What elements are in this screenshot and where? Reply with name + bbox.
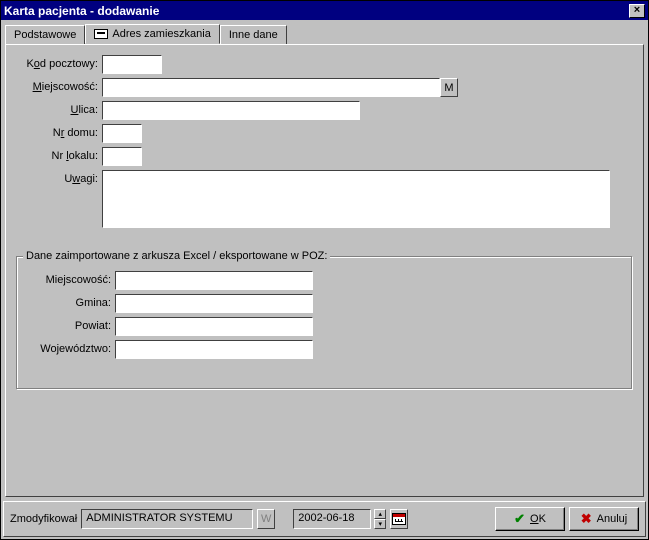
tab-address-label: Adres zamieszkania	[112, 28, 210, 40]
apartment-number-input[interactable]	[102, 147, 142, 166]
remarks-label: Uwagi:	[16, 170, 102, 185]
import-powiat-label: Powiat:	[25, 317, 115, 332]
imported-data-group: Dane zaimportowane z arkusza Excel / eks…	[16, 256, 633, 390]
street-input[interactable]	[102, 101, 360, 120]
client-area: Podstawowe Adres zamieszkania Inne dane …	[1, 20, 648, 499]
tab-other-label: Inne dane	[229, 29, 278, 41]
modified-by-label: Zmodyfikował	[10, 513, 77, 525]
house-number-label: Nr domu:	[16, 124, 102, 139]
w-button[interactable]: W	[257, 509, 275, 529]
check-icon: ✔	[514, 511, 525, 527]
tab-panel-address: Kod pocztowy: Miejscowość: M Ulica:	[5, 44, 644, 497]
remarks-textarea[interactable]	[102, 170, 610, 228]
tab-address[interactable]: Adres zamieszkania	[85, 24, 219, 44]
house-number-input[interactable]	[102, 124, 142, 143]
import-gmina-label: Gmina:	[25, 294, 115, 309]
date-spin-down[interactable]: ▾	[374, 519, 386, 529]
address-card-icon	[94, 29, 108, 39]
import-wojewodztwo-field	[115, 340, 313, 359]
city-label: Miejscowość:	[16, 78, 102, 93]
city-input[interactable]	[102, 78, 440, 97]
postal-code-label: Kod pocztowy:	[16, 55, 102, 70]
close-button[interactable]: ×	[629, 4, 645, 18]
tab-basic-label: Podstawowe	[14, 29, 76, 41]
cancel-button[interactable]: ✖ Anuluj	[569, 507, 639, 531]
statusbar: Zmodyfikował ADMINISTRATOR SYSTEMU W 200…	[3, 501, 646, 537]
import-gmina-field	[115, 294, 313, 313]
titlebar: Karta pacjenta - dodawanie ×	[1, 1, 648, 20]
postal-code-input[interactable]	[102, 55, 162, 74]
import-city-label: Miejscowość:	[25, 271, 115, 286]
calendar-icon	[392, 513, 406, 525]
calendar-button[interactable]	[390, 509, 408, 529]
apartment-number-label: Nr lokalu:	[16, 147, 102, 162]
patient-card-window: Karta pacjenta - dodawanie × Podstawowe …	[0, 0, 649, 540]
import-city-field	[115, 271, 313, 290]
tabstrip: Podstawowe Adres zamieszkania Inne dane	[5, 24, 646, 44]
date-spin-up[interactable]: ▴	[374, 509, 386, 519]
city-lookup-button[interactable]: M	[440, 78, 458, 97]
modified-date-field: 2002-06-18	[293, 509, 371, 529]
imported-data-title: Dane zaimportowane z arkusza Excel / eks…	[23, 250, 330, 262]
import-powiat-field	[115, 317, 313, 336]
modified-by-field: ADMINISTRATOR SYSTEMU	[81, 509, 253, 529]
tab-other[interactable]: Inne dane	[220, 25, 287, 44]
ok-button[interactable]: ✔ OK	[495, 507, 565, 531]
window-title: Karta pacjenta - dodawanie	[4, 4, 629, 18]
tab-basic[interactable]: Podstawowe	[5, 25, 85, 44]
street-label: Ulica:	[16, 101, 102, 116]
import-wojewodztwo-label: Województwo:	[25, 340, 115, 355]
cross-icon: ✖	[581, 511, 592, 527]
date-spinner[interactable]: ▴ ▾	[374, 509, 386, 529]
